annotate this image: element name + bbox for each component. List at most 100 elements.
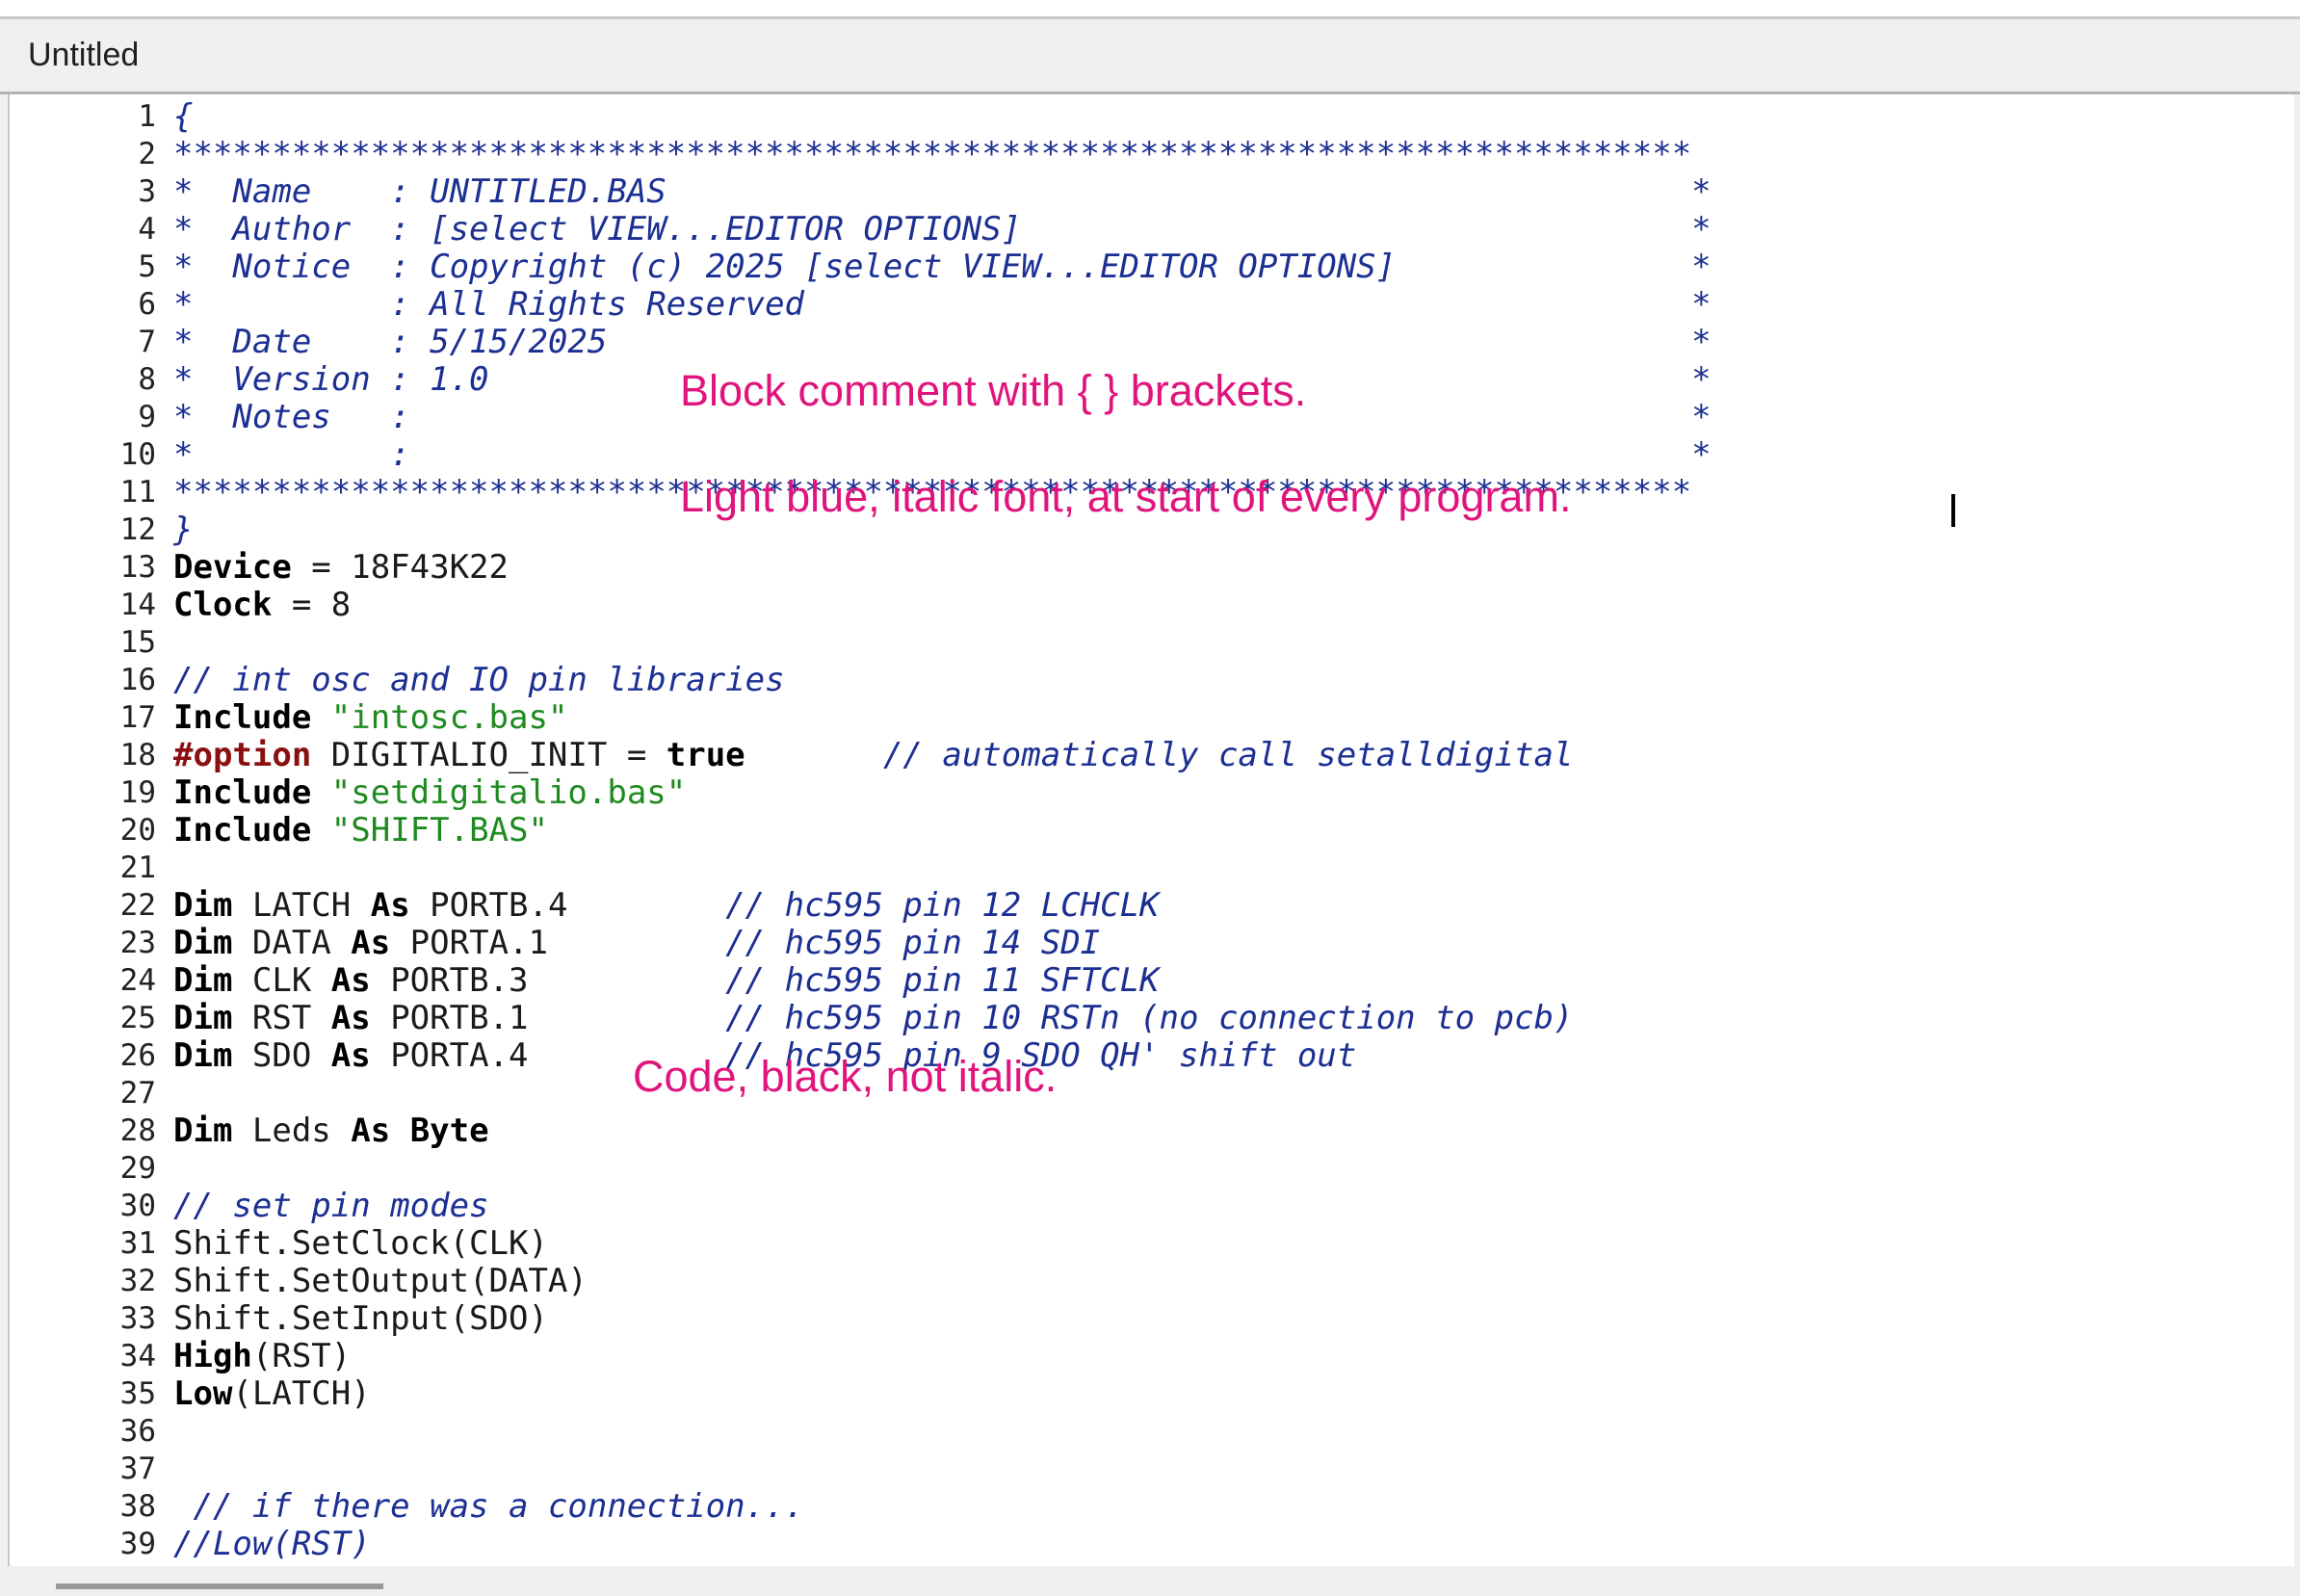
- line-number: 14: [119, 588, 156, 622]
- code-text: #option DIGITALIO_INIT = true // automat…: [173, 737, 1573, 774]
- line-number: 28: [119, 1113, 156, 1148]
- line-number: 6: [138, 287, 156, 322]
- annotation-block-comment: Block comment with { } brackets.: [680, 366, 1307, 415]
- line-number: 7: [138, 325, 156, 359]
- line-number: 32: [119, 1264, 156, 1298]
- line-number: 29: [119, 1151, 156, 1186]
- comment-token: * Author : [select VIEW...EDITOR OPTIONS…: [173, 210, 1712, 249]
- keyword-token: Include: [173, 811, 312, 850]
- annotation-light-blue: Light blue, italic font, at start of eve…: [680, 472, 1572, 521]
- keyword-token: Dim: [173, 1036, 233, 1075]
- code-token: Shift.SetInput(SDO): [173, 1299, 548, 1338]
- line-number: 21: [119, 850, 156, 885]
- comment-token: * Date : 5/15/2025 *: [173, 323, 1712, 361]
- code-text: Dim RST As PORTB.1 // hc595 pin 10 RSTn …: [173, 1000, 1573, 1037]
- keyword-token: High: [173, 1337, 252, 1375]
- line-number: 33: [119, 1301, 156, 1336]
- comment-token: * Name : UNTITLED.BAS *: [173, 172, 1712, 211]
- horizontal-scrollbar-thumb[interactable]: [56, 1583, 383, 1589]
- code-text: * Author : [select VIEW...EDITOR OPTIONS…: [173, 211, 1712, 249]
- code-text: * : All Rights Reserved *: [173, 286, 1712, 324]
- comment-token: // hc595 pin 10 RSTn (no connection to p…: [725, 999, 1574, 1037]
- code-text: {: [173, 98, 193, 136]
- code-token: Shift.SetClock(CLK): [173, 1224, 548, 1263]
- code-text: Shift.SetOutput(DATA): [173, 1263, 588, 1300]
- line-number: 4: [138, 212, 156, 247]
- comment-token: // if there was a connection...: [173, 1487, 805, 1526]
- line-number: 36: [119, 1414, 156, 1449]
- keyword-token: Dim: [173, 961, 233, 1000]
- line-number: 19: [119, 775, 156, 810]
- code-token: PORTB.1: [370, 999, 726, 1037]
- line-number: 10: [119, 437, 156, 472]
- line-number: 35: [119, 1376, 156, 1411]
- comment-token: * : *: [173, 435, 1712, 474]
- keyword-token: true: [666, 736, 745, 774]
- code-text: }: [173, 511, 193, 549]
- code-text: Dim CLK As PORTB.3 // hc595 pin 11 SFTCL…: [173, 962, 1160, 1000]
- code-text: High(RST): [173, 1338, 351, 1375]
- line-number: 2: [138, 137, 156, 171]
- document-tab-bar: Untitled: [0, 19, 2300, 94]
- string-token: "intosc.bas": [330, 698, 568, 737]
- line-number: 31: [119, 1226, 156, 1261]
- line-number: 18: [119, 738, 156, 772]
- keyword-token: Dim: [173, 999, 233, 1037]
- line-number: 24: [119, 963, 156, 998]
- keyword-token: Include: [173, 773, 312, 812]
- comment-token: * : All Rights Reserved *: [173, 285, 1712, 324]
- line-number: 20: [119, 813, 156, 848]
- document-tab-title[interactable]: Untitled: [28, 37, 139, 74]
- code-token: = 18F43K22: [291, 548, 509, 587]
- keyword-token: As: [351, 1112, 391, 1150]
- code-token: CLK: [232, 961, 331, 1000]
- keyword-token: Device: [173, 548, 292, 587]
- line-number: 23: [119, 926, 156, 960]
- code-token: SDO: [232, 1036, 331, 1075]
- horizontal-scrollbar[interactable]: [0, 1566, 2300, 1596]
- line-number: 11: [119, 475, 156, 510]
- comment-token: // hc595 pin 14 SDI: [725, 924, 1101, 962]
- line-number: 3: [138, 174, 156, 209]
- code-token: DATA: [232, 924, 352, 962]
- code-token: (LATCH): [232, 1374, 371, 1413]
- comment-token: // hc595 pin 12 LCHCLK: [725, 886, 1160, 925]
- code-text: ****************************************…: [173, 136, 1691, 173]
- comment-token: * Notice : Copyright (c) 2025 [select VI…: [173, 248, 1712, 286]
- code-editor[interactable]: 1 {2 *************************************…: [8, 94, 2294, 1566]
- comment-token: ****************************************…: [173, 135, 1692, 173]
- code-text: Clock = 8: [173, 587, 351, 624]
- line-number: 26: [119, 1038, 156, 1073]
- keyword-token: Dim: [173, 924, 233, 962]
- code-token: PORTB.4: [409, 886, 726, 925]
- keyword-token: Byte: [409, 1112, 489, 1150]
- code-text: * Date : 5/15/2025 *: [173, 324, 1712, 361]
- line-number: 12: [119, 512, 156, 547]
- line-number: 30: [119, 1189, 156, 1223]
- keyword-token: Dim: [173, 886, 233, 925]
- line-number: 1: [138, 99, 156, 134]
- comment-token: }: [173, 510, 194, 549]
- code-token: RST: [232, 999, 331, 1037]
- code-text: Include "SHIFT.BAS": [173, 812, 548, 850]
- code-token: = 8: [272, 586, 352, 624]
- code-text: Low(LATCH): [173, 1375, 371, 1413]
- line-number: 37: [119, 1452, 156, 1486]
- string-token: "setdigitalio.bas": [330, 773, 687, 812]
- keyword-token: Dim: [173, 1112, 233, 1150]
- code-token: (RST): [251, 1337, 352, 1375]
- code-text: Include "setdigitalio.bas": [173, 774, 686, 812]
- line-number: 27: [119, 1076, 156, 1111]
- line-number: 9: [138, 400, 156, 434]
- code-text: * : *: [173, 436, 1712, 474]
- line-number: 16: [119, 663, 156, 697]
- line-number: 22: [119, 888, 156, 923]
- comment-token: {: [173, 97, 194, 136]
- keyword-token: As: [330, 999, 371, 1037]
- code-text: // set pin modes: [173, 1188, 489, 1225]
- keyword-token: Include: [173, 698, 312, 737]
- line-number: 25: [119, 1001, 156, 1035]
